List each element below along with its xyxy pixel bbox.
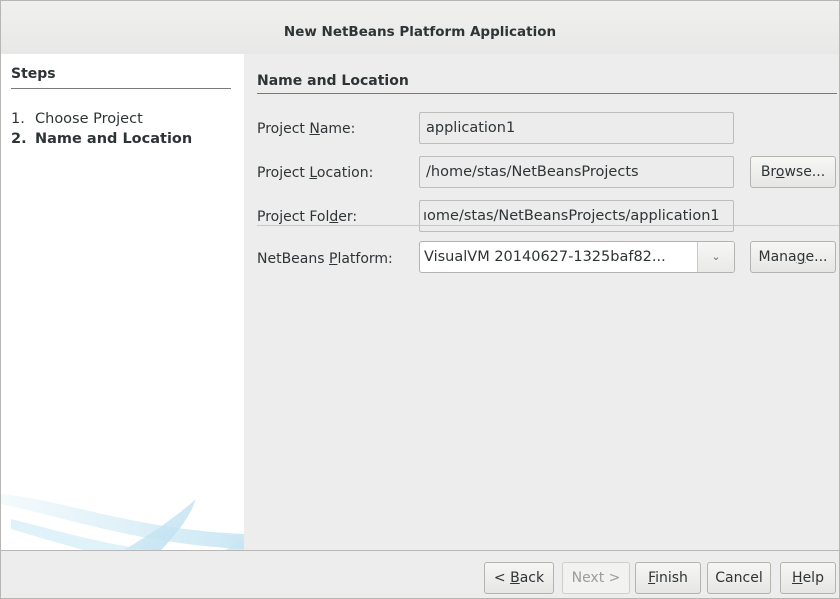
label-mnemonic: L	[309, 165, 317, 181]
project-name-label: Project Name:	[257, 118, 355, 140]
browse-button[interactable]: Browse...	[750, 156, 836, 188]
label-text: ocation:	[316, 165, 374, 181]
step-number: 1.	[11, 111, 25, 127]
step-item-name-and-location: 2. Name and Location	[11, 129, 192, 149]
project-folder-field[interactable]: ıome/stas/NetBeansProjects/application1	[419, 200, 734, 232]
window-title: New NetBeans Platform Application	[283, 24, 557, 40]
label-text: Project Fol	[257, 209, 330, 225]
label-mnemonic: N	[309, 121, 320, 137]
button-text: Mana	[758, 249, 797, 265]
button-text: elp	[802, 570, 824, 586]
button-text: Br	[760, 164, 776, 180]
next-button[interactable]: Next >	[562, 562, 630, 594]
button-text: e...	[805, 249, 828, 265]
panel-title: Name and Location	[257, 73, 837, 94]
manage-button[interactable]: Manage...	[750, 241, 836, 273]
step-number: 2.	[11, 131, 27, 147]
button-mnemonic: B	[510, 570, 520, 586]
finish-button[interactable]: Finish	[635, 562, 701, 594]
label-text: Project	[257, 165, 310, 181]
label-text: er:	[338, 209, 358, 225]
netbeans-swoosh-decoration	[1, 494, 244, 550]
step-item-choose-project: 1. Choose Project	[11, 109, 192, 129]
button-text: inish	[655, 570, 688, 586]
label-mnemonic: d	[329, 209, 339, 225]
steps-list: 1. Choose Project 2. Name and Location	[11, 109, 192, 149]
button-text: ack	[519, 570, 545, 586]
chevron-down-icon[interactable]: ⌄	[697, 242, 734, 272]
button-mnemonic: g	[796, 249, 806, 265]
step-label: Name and Location	[35, 131, 193, 147]
wizard-window: New NetBeans Platform Application Steps …	[0, 0, 840, 599]
help-button[interactable]: Help	[780, 562, 836, 594]
title-bar[interactable]: New NetBeans Platform Application	[1, 1, 839, 54]
form-separator	[257, 225, 839, 226]
project-name-field[interactable]: application1	[419, 112, 734, 144]
label-text: NetBeans	[257, 251, 329, 267]
platform-combobox[interactable]: VisualVM 20140627-1325baf82... ⌄	[419, 241, 735, 273]
steps-pane: Steps 1. Choose Project 2. Name and Locati…	[1, 54, 244, 550]
project-location-label: Project Location:	[257, 162, 373, 184]
button-mnemonic: H	[792, 570, 803, 586]
label-text: Project	[257, 121, 310, 137]
project-location-field[interactable]: /home/stas/NetBeansProjects	[419, 156, 734, 188]
label-text: ame:	[319, 121, 356, 137]
label-text: latform:	[337, 251, 393, 267]
platform-selected-value: VisualVM 20140627-1325baf82...	[424, 249, 666, 265]
button-text: <	[493, 570, 511, 586]
button-text: wse...	[784, 164, 826, 180]
cancel-button[interactable]: Cancel	[707, 562, 771, 594]
platform-label: NetBeans Platform:	[257, 248, 393, 270]
step-label: Choose Project	[35, 111, 143, 127]
back-button[interactable]: < Back	[484, 562, 554, 594]
footer-separator	[1, 550, 839, 551]
steps-heading: Steps	[11, 66, 231, 89]
